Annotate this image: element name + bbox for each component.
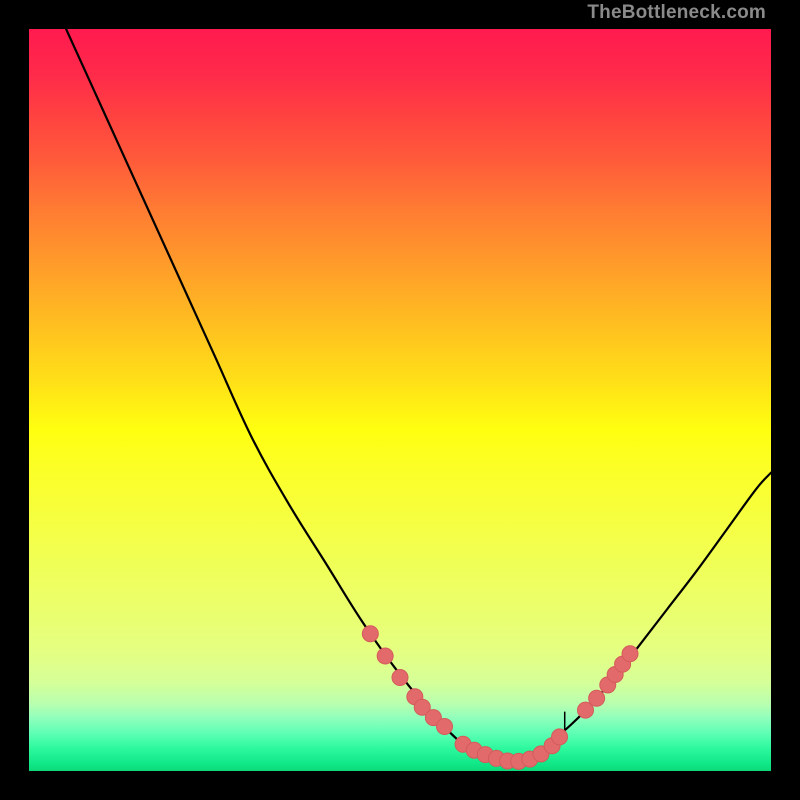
chart-stage: TheBottleneck.com	[0, 0, 800, 800]
marker-dot	[622, 646, 638, 662]
marker-cluster-bottom	[455, 729, 567, 769]
marker-dot	[377, 648, 393, 664]
watermark-text: TheBottleneck.com	[587, 2, 766, 24]
bottleneck-curve-left	[66, 29, 504, 762]
marker-dot	[392, 670, 408, 686]
marker-dot	[589, 690, 605, 706]
chart-svg	[29, 29, 771, 771]
bottleneck-curve-right	[504, 473, 771, 762]
marker-dot	[552, 729, 568, 745]
marker-cluster-right	[578, 646, 639, 718]
marker-dot	[362, 626, 378, 642]
marker-dot	[437, 718, 453, 734]
plot-area	[29, 29, 771, 771]
